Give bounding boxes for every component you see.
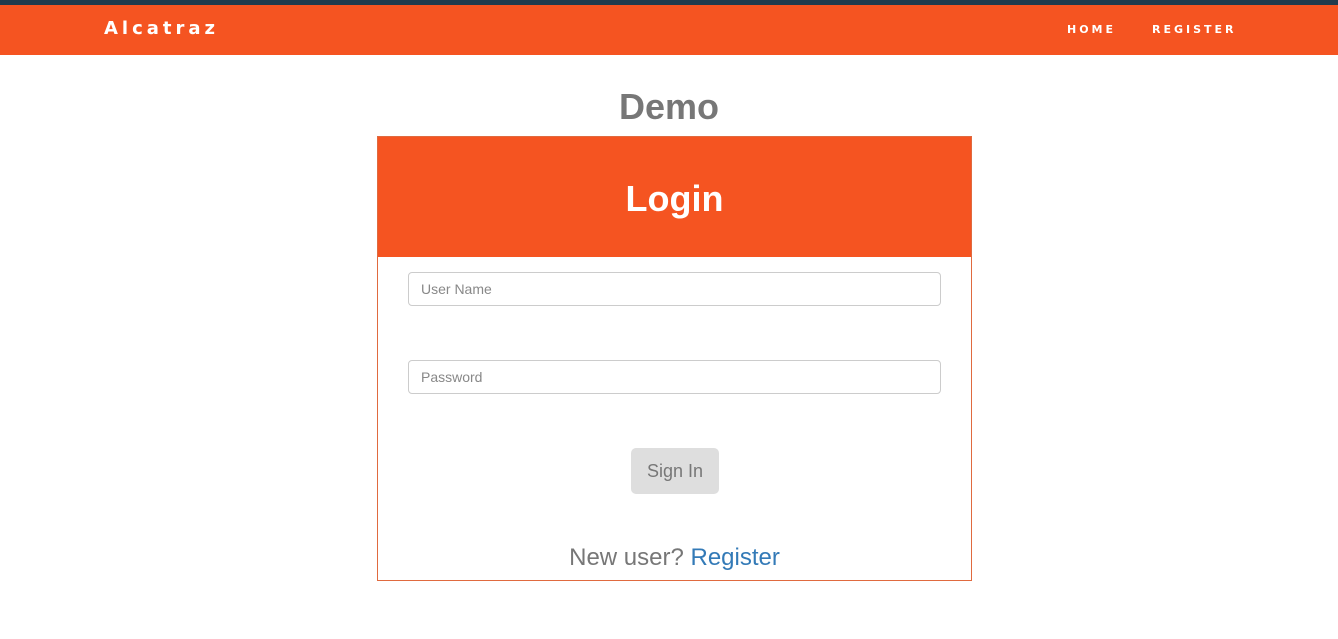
sign-in-button[interactable]: Sign In bbox=[631, 448, 719, 494]
page-title: Demo bbox=[618, 86, 720, 127]
nav-register-link[interactable]: REGISTER bbox=[1152, 23, 1237, 37]
login-card-header: Login bbox=[378, 137, 971, 257]
login-card: Login Sign In New user? Register bbox=[377, 136, 972, 581]
password-input[interactable] bbox=[408, 360, 941, 394]
new-user-prompt: New user? Register bbox=[378, 543, 971, 573]
nav-home-link[interactable]: HOME bbox=[1067, 23, 1116, 37]
username-input[interactable] bbox=[408, 272, 941, 306]
navbar: Alcatraz HOME REGISTER bbox=[0, 5, 1338, 55]
brand-logo-link[interactable]: Alcatraz bbox=[104, 19, 219, 39]
new-user-text: New user? bbox=[569, 544, 684, 571]
register-link[interactable]: Register bbox=[691, 544, 780, 571]
login-title: Login bbox=[625, 178, 724, 219]
